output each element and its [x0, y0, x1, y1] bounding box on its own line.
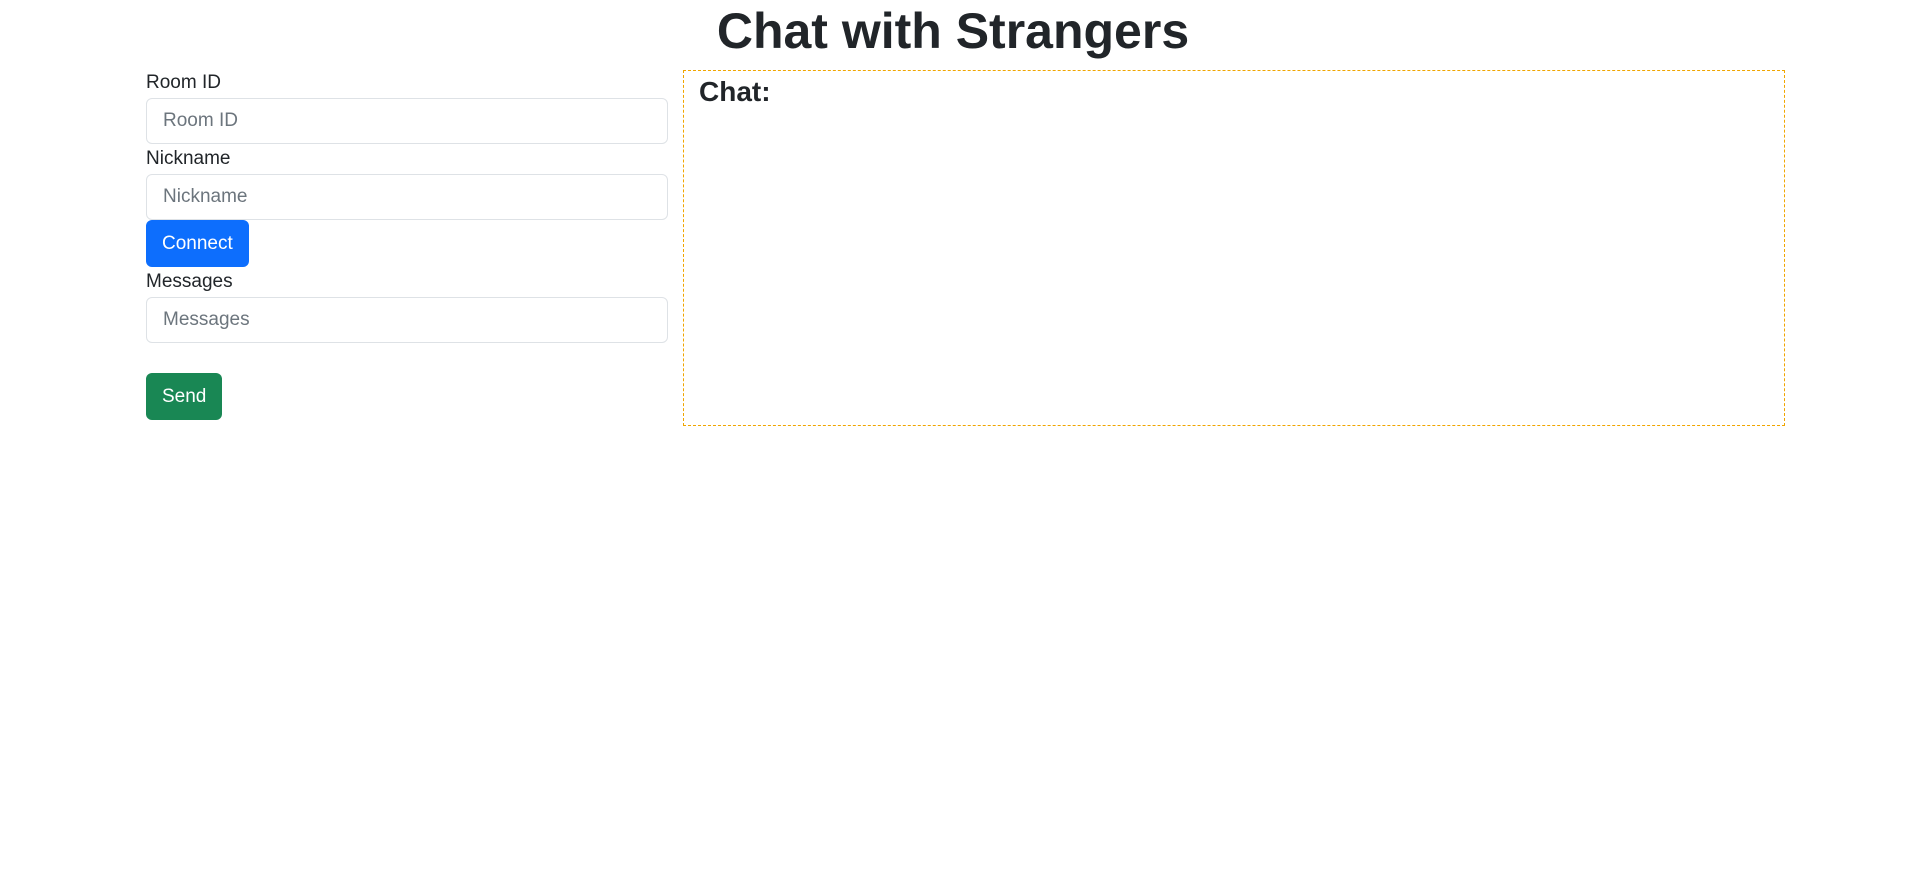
room-id-input[interactable] [146, 98, 668, 144]
page-title: Chat with Strangers [716, 3, 1190, 59]
messages-label: Messages [146, 271, 233, 292]
chat-heading: Chat: [699, 76, 771, 107]
chat-form: Room ID Nickname Connect Messages Send [146, 70, 668, 420]
connect-button[interactable]: Connect [146, 220, 249, 267]
nickname-label: Nickname [146, 148, 231, 169]
send-button[interactable]: Send [146, 373, 223, 420]
room-id-label: Room ID [146, 72, 221, 93]
chat-panel: Chat: [683, 70, 1785, 426]
nickname-input[interactable] [146, 174, 668, 220]
messages-input[interactable] [146, 297, 668, 343]
